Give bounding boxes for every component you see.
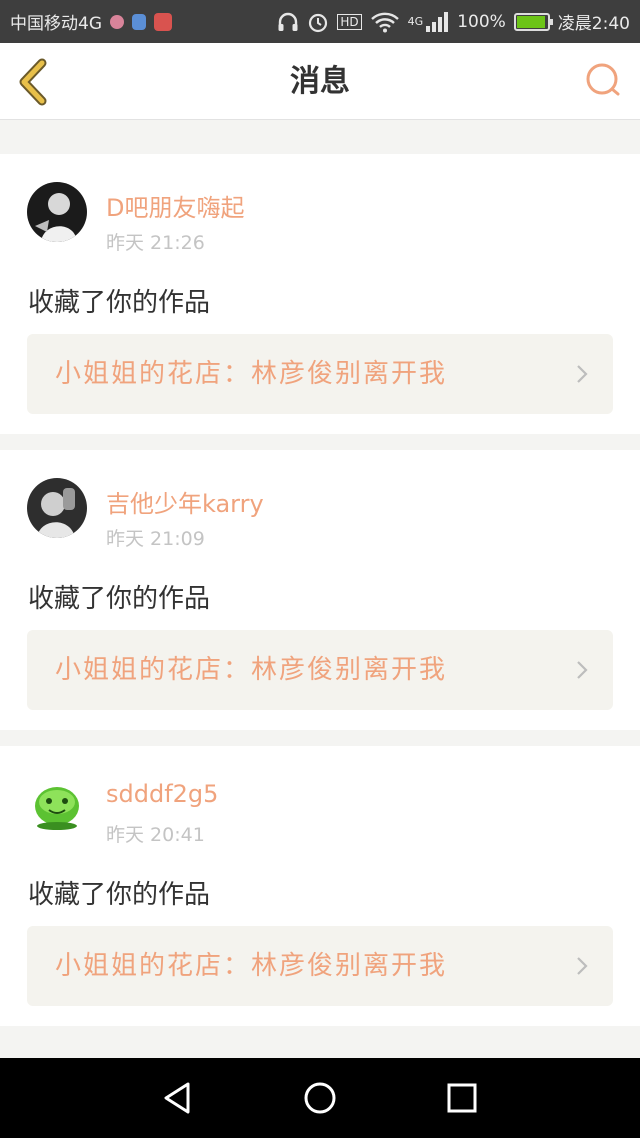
notification-app-icon bbox=[110, 14, 124, 29]
user-avatar-image bbox=[27, 478, 87, 538]
message-list: D吧朋友嗨起 昨天 21:26 收藏了你的作品 小姐姐的花店：林彦俊别离开我 吉… bbox=[0, 138, 640, 1026]
wifi-icon bbox=[370, 12, 399, 32]
search-icon bbox=[586, 63, 620, 96]
work-title: 小姐姐的花店：林彦俊别离开我 bbox=[55, 951, 448, 981]
avatar[interactable] bbox=[27, 774, 87, 834]
signal-strength-icon bbox=[426, 11, 449, 32]
carrier-label: 中国移动4G bbox=[10, 14, 102, 34]
avatar[interactable] bbox=[27, 478, 87, 538]
app-notification-icon bbox=[154, 12, 172, 31]
message-card[interactable]: D吧朋友嗨起 昨天 21:26 收藏了你的作品 小姐姐的花店：林彦俊别离开我 bbox=[0, 154, 640, 434]
status-bar: 中国移动4G HD 4G 100% 凌晨2:40 bbox=[0, 0, 640, 43]
message-card[interactable]: sdddf2g5 昨天 20:41 收藏了你的作品 小姐姐的花店：林彦俊别离开我 bbox=[0, 746, 640, 1026]
chevron-right-icon bbox=[577, 957, 588, 975]
hd-badge: HD bbox=[337, 13, 362, 30]
alarm-icon bbox=[309, 13, 328, 32]
triangle-back-icon[interactable] bbox=[158, 1078, 198, 1118]
work-title: 小姐姐的花店：林彦俊别离开我 bbox=[55, 359, 448, 389]
chevron-right-icon bbox=[577, 661, 588, 679]
user-avatar-image bbox=[27, 774, 87, 834]
page-title: 消息 bbox=[290, 64, 350, 99]
work-link[interactable]: 小姐姐的花店：林彦俊别离开我 bbox=[27, 630, 613, 710]
avatar[interactable] bbox=[27, 182, 87, 242]
battery-icon bbox=[513, 12, 553, 31]
action-text: 收藏了你的作品 bbox=[28, 584, 211, 614]
status-bar-left: 中国移动4G bbox=[10, 9, 172, 34]
timestamp: 昨天 20:41 bbox=[106, 824, 205, 846]
chevron-right-icon bbox=[577, 365, 588, 383]
action-text: 收藏了你的作品 bbox=[28, 288, 211, 318]
circle-home-icon[interactable] bbox=[300, 1078, 340, 1118]
shield-icon bbox=[132, 13, 146, 30]
timestamp: 昨天 21:09 bbox=[106, 528, 205, 550]
status-bar-right: HD 4G 100% 凌晨2:40 bbox=[277, 9, 630, 34]
action-text: 收藏了你的作品 bbox=[28, 880, 211, 910]
work-title: 小姐姐的花店：林彦俊别离开我 bbox=[55, 655, 448, 685]
header-bar: 消息 bbox=[0, 43, 640, 120]
username[interactable]: 吉他少年karry bbox=[106, 484, 264, 519]
timestamp: 昨天 21:26 bbox=[106, 232, 205, 254]
network-type-label: 4G bbox=[407, 15, 424, 28]
work-link[interactable]: 小姐姐的花店：林彦俊别离开我 bbox=[27, 926, 613, 1006]
username[interactable]: sdddf2g5 bbox=[106, 780, 218, 808]
clock: 凌晨2:40 bbox=[557, 14, 630, 34]
work-link[interactable]: 小姐姐的花店：林彦俊别离开我 bbox=[27, 334, 613, 414]
battery-level bbox=[516, 15, 545, 28]
square-recents-icon[interactable] bbox=[442, 1078, 482, 1118]
username[interactable]: D吧朋友嗨起 bbox=[106, 188, 244, 223]
user-avatar-image bbox=[27, 182, 87, 242]
message-card[interactable]: 吉他少年karry 昨天 21:09 收藏了你的作品 小姐姐的花店：林彦俊别离开… bbox=[0, 450, 640, 730]
search-button[interactable] bbox=[584, 61, 624, 101]
headphones-icon bbox=[278, 12, 298, 31]
battery-percent: 100% bbox=[457, 11, 506, 32]
system-nav-bar bbox=[0, 1058, 640, 1138]
